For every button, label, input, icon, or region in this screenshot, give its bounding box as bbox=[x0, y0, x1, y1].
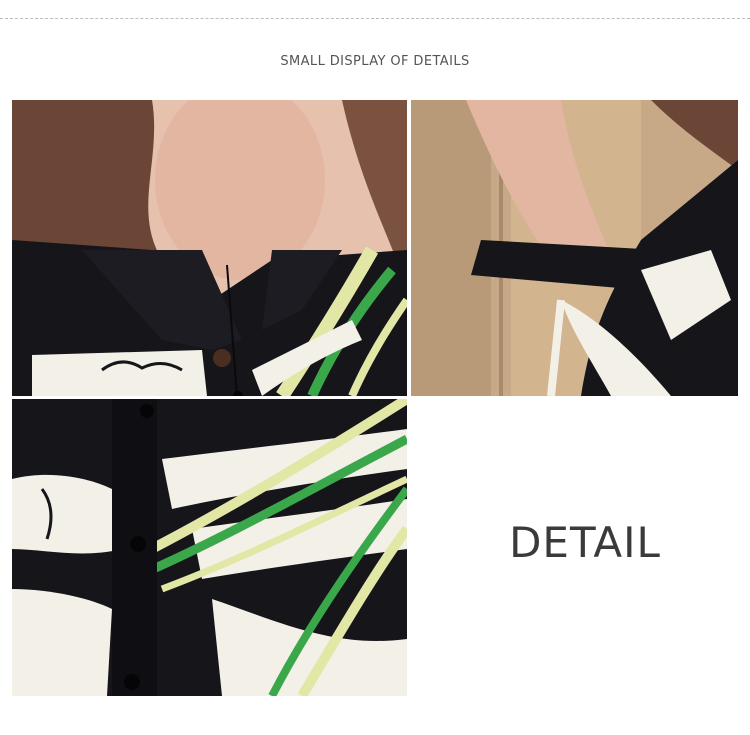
front-placket-detail-photo bbox=[12, 399, 407, 696]
cuff-detail-photo bbox=[411, 100, 738, 396]
detail-label: DETAIL bbox=[509, 518, 661, 567]
section-title: SMALL DISPLAY OF DETAILS bbox=[280, 54, 470, 69]
top-dashed-divider bbox=[0, 18, 750, 19]
collar-detail-photo bbox=[12, 100, 407, 396]
